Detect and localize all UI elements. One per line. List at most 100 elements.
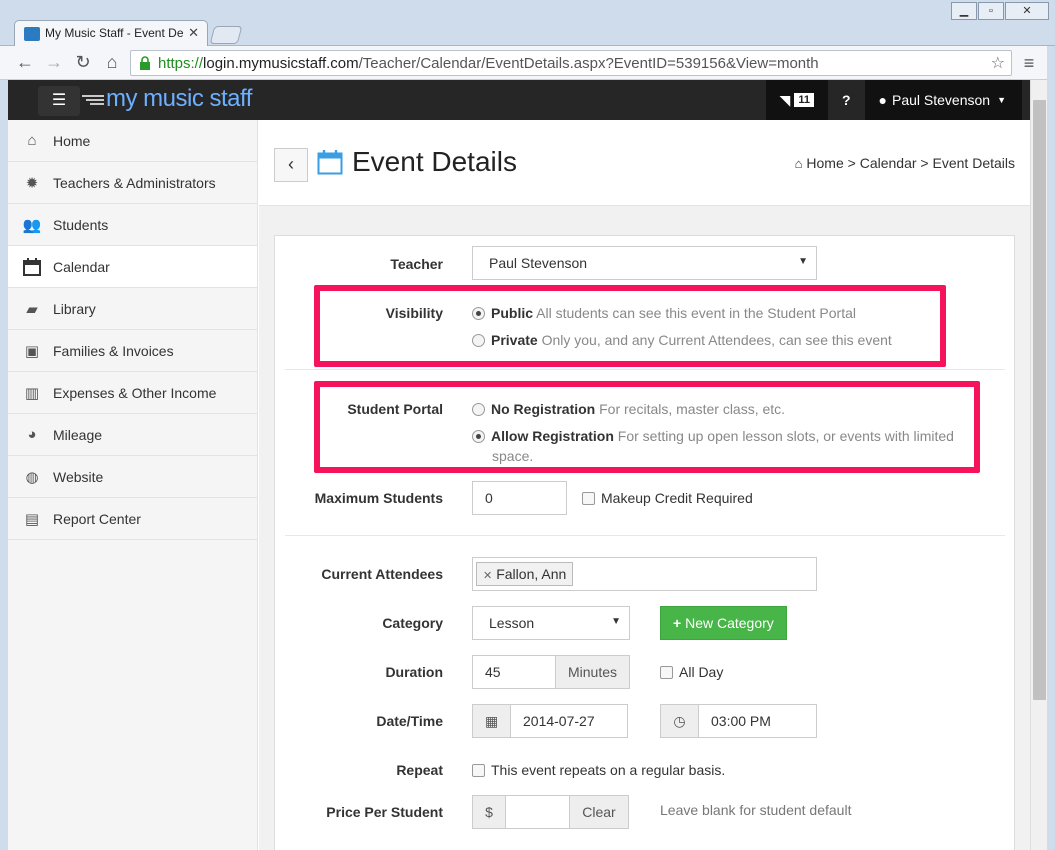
category-select[interactable]: Lesson ▼: [472, 606, 630, 640]
question-icon: ?: [841, 92, 851, 108]
tab-title: My Music Staff - Event De: [45, 26, 183, 40]
radio-unchecked[interactable]: [472, 403, 485, 416]
time-input[interactable]: 03:00 PM: [698, 704, 817, 738]
checkbox-unchecked[interactable]: [660, 666, 673, 679]
back-arrow-icon[interactable]: ←: [14, 51, 36, 73]
feed-button[interactable]: ◥ 11: [766, 80, 828, 120]
datetime-label: Date/Time: [376, 713, 443, 729]
repeat-checkbox[interactable]: This event repeats on a regular basis.: [472, 762, 725, 778]
teacher-select[interactable]: Paul Stevenson ▼: [472, 246, 817, 280]
book-icon: ▰: [26, 300, 38, 318]
money-icon: ▣: [24, 342, 40, 360]
user-icon: ●: [878, 92, 887, 108]
checkbox-unchecked[interactable]: [582, 492, 595, 505]
window-border-right: [1047, 46, 1055, 850]
breadcrumb: ⌂ Home > Calendar > Event Details: [794, 155, 1015, 171]
clear-button[interactable]: Clear: [569, 795, 629, 829]
browser-tab[interactable]: My Music Staff - Event De ✕: [14, 20, 208, 46]
student-portal-highlight-box: [314, 381, 980, 473]
makeup-credit-checkbox[interactable]: Makeup Credit Required: [582, 490, 753, 506]
help-button[interactable]: ?: [827, 80, 865, 120]
sidebar-item-report-center[interactable]: ▤ Report Center: [8, 498, 257, 540]
sidebar-item-library[interactable]: ▰ Library: [8, 288, 257, 330]
event-form-panel: Teacher Paul Stevenson ▼ Visibility Publ…: [274, 235, 1015, 850]
plus-icon: +: [673, 615, 682, 631]
new-category-button[interactable]: + New Category: [660, 606, 787, 640]
attendee-tag: ✕ Fallon, Ann: [476, 562, 574, 586]
window-border-left: [0, 80, 8, 850]
breadcrumb-home-icon: ⌂: [794, 156, 803, 171]
forward-arrow-icon[interactable]: →: [43, 51, 65, 73]
visibility-label: Visibility: [385, 305, 443, 321]
no-registration-option[interactable]: No Registration For recitals, master cla…: [472, 401, 785, 417]
maximize-button[interactable]: ▫: [978, 2, 1004, 20]
bookmark-star-icon[interactable]: ☆: [991, 53, 1005, 73]
page-scrollbar[interactable]: [1030, 80, 1047, 850]
browser-menu-icon[interactable]: ≡: [1020, 53, 1038, 74]
window-close-button[interactable]: ✕: [1005, 2, 1049, 20]
select-caret-icon: ▼: [611, 616, 621, 627]
checkbox-unchecked[interactable]: [472, 764, 485, 777]
gear-icon: ✹: [25, 174, 39, 192]
scrollbar-thumb[interactable]: [1033, 100, 1046, 700]
radio-checked[interactable]: [472, 430, 485, 443]
tab-close-icon[interactable]: ✕: [188, 25, 199, 41]
clock-icon: ◷: [673, 713, 686, 729]
select-caret-icon: ▼: [798, 256, 808, 267]
breadcrumb-current: Event Details: [932, 155, 1015, 171]
allow-registration-option[interactable]: Allow Registration For setting up open l…: [472, 428, 954, 444]
remove-tag-icon[interactable]: ✕: [483, 570, 492, 582]
price-hint: Leave blank for student default: [660, 802, 852, 818]
section-divider: [285, 535, 1005, 536]
caret-down-icon: ▼: [997, 95, 1006, 105]
date-input[interactable]: 2014-07-27: [510, 704, 628, 738]
calendar-icon: [22, 257, 42, 276]
time-clock-addon[interactable]: ◷: [660, 704, 699, 738]
address-bar[interactable]: https://login.mymusicstaff.com/Teacher/C…: [130, 50, 1012, 76]
attendees-input[interactable]: ✕ Fallon, Ann: [472, 557, 817, 591]
browser-titlebar: My Music Staff - Event De ✕ ▁ ▫ ✕: [0, 0, 1055, 46]
new-tab-button[interactable]: [209, 26, 243, 44]
visibility-private-option[interactable]: Private Only you, and any Current Attend…: [472, 332, 892, 348]
app-root: ☰ my music staff ◥ 11 ? ● Paul Stevenson…: [8, 80, 1030, 850]
radio-unchecked[interactable]: [472, 334, 485, 347]
duration-label: Duration: [385, 664, 443, 680]
visibility-public-option[interactable]: Public All students can see this event i…: [472, 305, 856, 321]
breadcrumb-home[interactable]: Home: [806, 155, 843, 171]
top-navbar: ☰ my music staff ◥ 11 ? ● Paul Stevenson…: [8, 80, 1030, 120]
breadcrumb-calendar[interactable]: Calendar: [860, 155, 917, 171]
lock-icon: [140, 56, 150, 70]
brand-logo[interactable]: my music staff: [106, 85, 252, 113]
hamburger-menu-icon[interactable]: ☰: [38, 86, 80, 116]
user-menu[interactable]: ● Paul Stevenson ▼: [865, 80, 1022, 120]
all-day-checkbox[interactable]: All Day: [660, 664, 723, 680]
home-browser-icon[interactable]: ⌂: [101, 51, 123, 73]
feed-count-badge: 11: [794, 93, 814, 107]
sidebar-item-website[interactable]: ◍ Website: [8, 456, 257, 498]
date-calendar-addon[interactable]: ▦: [472, 704, 511, 738]
sidebar-item-students[interactable]: 👥 Students: [8, 204, 257, 246]
currency-addon: $: [472, 795, 506, 829]
reload-icon[interactable]: ↻: [72, 51, 94, 73]
teacher-label: Teacher: [390, 256, 443, 272]
radio-checked[interactable]: [472, 307, 485, 320]
url-text: https://login.mymusicstaff.com/Teacher/C…: [158, 55, 819, 72]
main-content: ‹ Event Details ⌂ Home > Calendar > Even…: [259, 120, 1030, 850]
category-label: Category: [382, 615, 443, 631]
sidebar-item-calendar[interactable]: Calendar: [8, 246, 257, 288]
sidebar-item-expenses[interactable]: ▥ Expenses & Other Income: [8, 372, 257, 414]
duration-input[interactable]: 45: [472, 655, 556, 689]
sidebar-item-mileage[interactable]: ◕ Mileage: [8, 414, 257, 456]
calendar-small-icon: ▦: [485, 713, 499, 729]
back-button[interactable]: ‹: [274, 148, 308, 182]
sidebar: ⌂ Home ✹ Teachers & Administrators 👥 Stu…: [8, 120, 258, 850]
sidebar-item-home[interactable]: ⌂ Home: [8, 120, 257, 162]
browser-toolbar: ← → ↻ ⌂ https://login.mymusicstaff.com/T…: [0, 46, 1055, 80]
minimize-button[interactable]: ▁: [951, 2, 977, 20]
sidebar-item-families[interactable]: ▣ Families & Invoices: [8, 330, 257, 372]
price-input[interactable]: [505, 795, 570, 829]
repeat-label: Repeat: [396, 762, 443, 778]
sidebar-item-teachers[interactable]: ✹ Teachers & Administrators: [8, 162, 257, 204]
max-students-input[interactable]: 0: [472, 481, 567, 515]
max-students-label: Maximum Students: [314, 490, 443, 506]
